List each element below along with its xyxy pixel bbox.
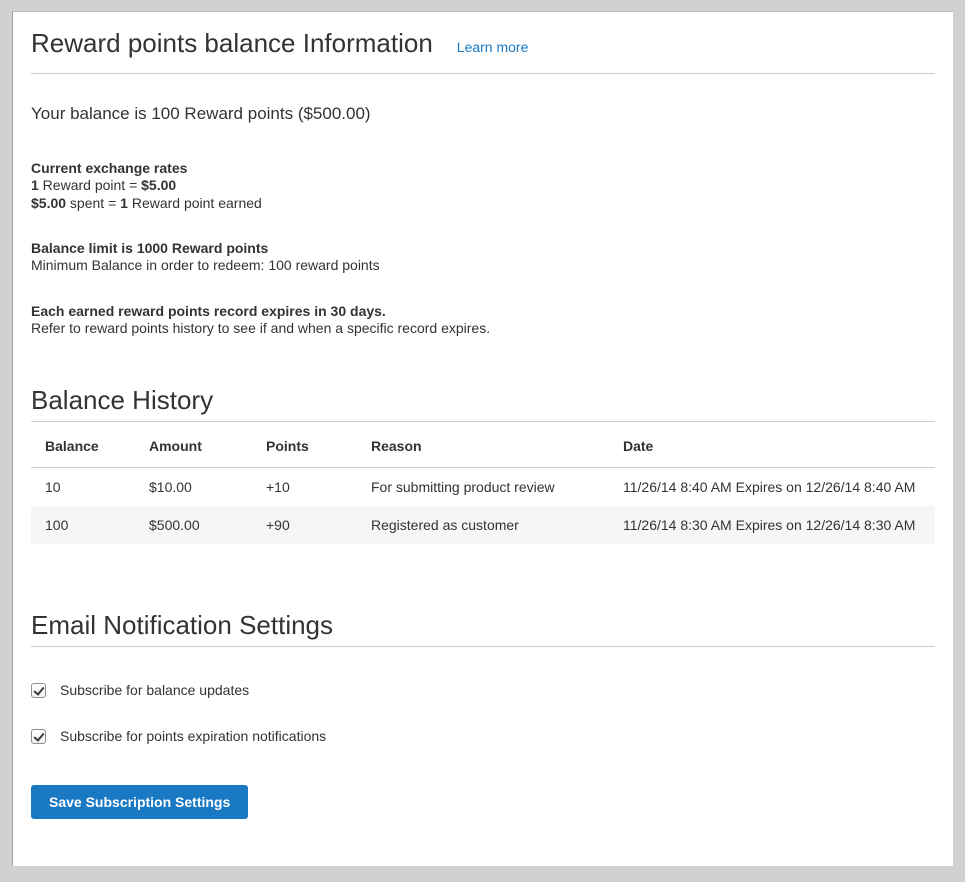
save-subscription-button[interactable]: Save Subscription Settings — [31, 785, 248, 819]
page-title: Reward points balance Information — [31, 26, 433, 60]
subscribe-expiration-label[interactable]: Subscribe for points expiration notifica… — [60, 726, 326, 746]
cell-points: +90 — [252, 506, 357, 544]
col-header-amount: Amount — [135, 422, 252, 468]
table-header-row: Balance Amount Points Reason Date — [31, 422, 935, 468]
rate2-money: $5.00 — [31, 195, 66, 211]
balance-limit-text: Balance limit is 1000 Reward points — [31, 240, 935, 257]
balance-history-heading: Balance History — [31, 385, 935, 415]
cell-balance: 10 — [31, 468, 135, 507]
balance-summary: Your balance is 100 Reward points ($500.… — [31, 104, 935, 124]
exchange-rates-heading: Current exchange rates — [31, 160, 935, 177]
col-header-points: Points — [252, 422, 357, 468]
cell-date: 11/26/14 8:30 AM Expires on 12/26/14 8:3… — [609, 506, 935, 544]
table-row: 100 $500.00 +90 Registered as customer 1… — [31, 506, 935, 544]
subscribe-balance-row: Subscribe for balance updates — [31, 680, 935, 700]
subscribe-balance-checkbox[interactable] — [31, 683, 46, 698]
col-header-date: Date — [609, 422, 935, 468]
rate2-mid: spent = — [66, 195, 120, 211]
balance-history-table: Balance Amount Points Reason Date 10 $10… — [31, 422, 935, 544]
subscribe-expiration-row: Subscribe for points expiration notifica… — [31, 726, 935, 746]
cell-points: +10 — [252, 468, 357, 507]
exchange-rate-line-1: 1 Reward point = $5.00 — [31, 177, 935, 194]
cell-reason: For submitting product review — [357, 468, 609, 507]
rate2-tail: Reward point earned — [128, 195, 262, 211]
panel-header: Reward points balance Information Learn … — [31, 26, 935, 60]
table-row: 10 $10.00 +10 For submitting product rev… — [31, 468, 935, 507]
rate1-money: $5.00 — [141, 177, 176, 193]
email-settings-divider — [31, 646, 935, 647]
col-header-reason: Reason — [357, 422, 609, 468]
cell-reason: Registered as customer — [357, 506, 609, 544]
subscribe-balance-label[interactable]: Subscribe for balance updates — [60, 680, 249, 700]
learn-more-link[interactable]: Learn more — [457, 39, 529, 55]
col-header-balance: Balance — [31, 422, 135, 468]
rate1-points: 1 — [31, 177, 39, 193]
rate1-mid: Reward point = — [39, 177, 141, 193]
minimum-redeem-text: Minimum Balance in order to redeem: 100 … — [31, 257, 935, 274]
expiry-note-text: Refer to reward points history to see if… — [31, 320, 935, 337]
expiry-rule-text: Each earned reward points record expires… — [31, 303, 935, 320]
rate2-points: 1 — [120, 195, 128, 211]
cell-amount: $500.00 — [135, 506, 252, 544]
cell-amount: $10.00 — [135, 468, 252, 507]
header-divider — [31, 73, 935, 74]
page-background: { "theme": { "accent": "#1979c3", "text"… — [0, 0, 965, 882]
cell-date: 11/26/14 8:40 AM Expires on 12/26/14 8:4… — [609, 468, 935, 507]
cell-balance: 100 — [31, 506, 135, 544]
reward-points-panel: Reward points balance Information Learn … — [12, 11, 953, 866]
email-settings-heading: Email Notification Settings — [31, 610, 935, 640]
subscribe-expiration-checkbox[interactable] — [31, 729, 46, 744]
exchange-rate-line-2: $5.00 spent = 1 Reward point earned — [31, 194, 935, 213]
